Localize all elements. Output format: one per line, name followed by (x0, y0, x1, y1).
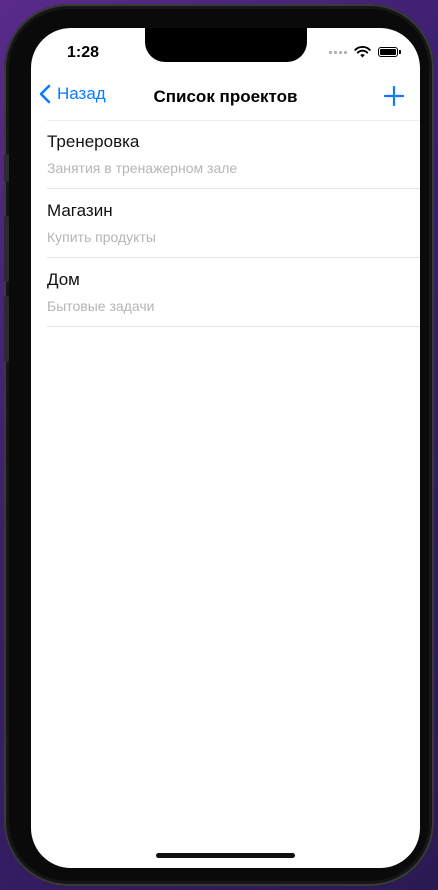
phone-frame: 1:28 Назад Список проектов Тренеровка За… (4, 4, 434, 886)
project-row-training[interactable]: Тренеровка Занятия в тренажерном зале (31, 120, 420, 189)
status-time: 1:28 (67, 44, 100, 61)
status-icons (329, 46, 401, 58)
project-subtitle: Занятия в тренажерном зале (47, 160, 238, 176)
project-subtitle: Бытовые задачи (47, 298, 155, 314)
volume-down-button (4, 296, 9, 362)
project-subtitle: Купить продукты (47, 229, 156, 245)
home-indicator[interactable] (156, 853, 295, 858)
project-row-shop[interactable]: Магазин Купить продукты (31, 189, 420, 258)
project-title: Дом (47, 270, 80, 289)
cellular-signal-icon (329, 50, 347, 54)
plus-icon (383, 85, 405, 107)
wifi-icon (354, 46, 371, 58)
row-divider (47, 326, 420, 327)
battery-icon (378, 47, 401, 57)
mute-switch (4, 154, 9, 182)
project-title: Магазин (47, 201, 113, 220)
project-row-home[interactable]: Дом Бытовые задачи (31, 258, 420, 327)
project-list: Тренеровка Занятия в тренажерном зале Ма… (31, 120, 420, 327)
page-title: Список проектов (153, 87, 298, 106)
project-title: Тренеровка (47, 132, 140, 151)
notch (145, 28, 307, 62)
volume-up-button (4, 216, 9, 282)
add-project-button[interactable] (383, 85, 405, 111)
screen: 1:28 Назад Список проектов Тренеровка За… (31, 28, 420, 868)
navigation-bar: Назад Список проектов (31, 80, 420, 116)
